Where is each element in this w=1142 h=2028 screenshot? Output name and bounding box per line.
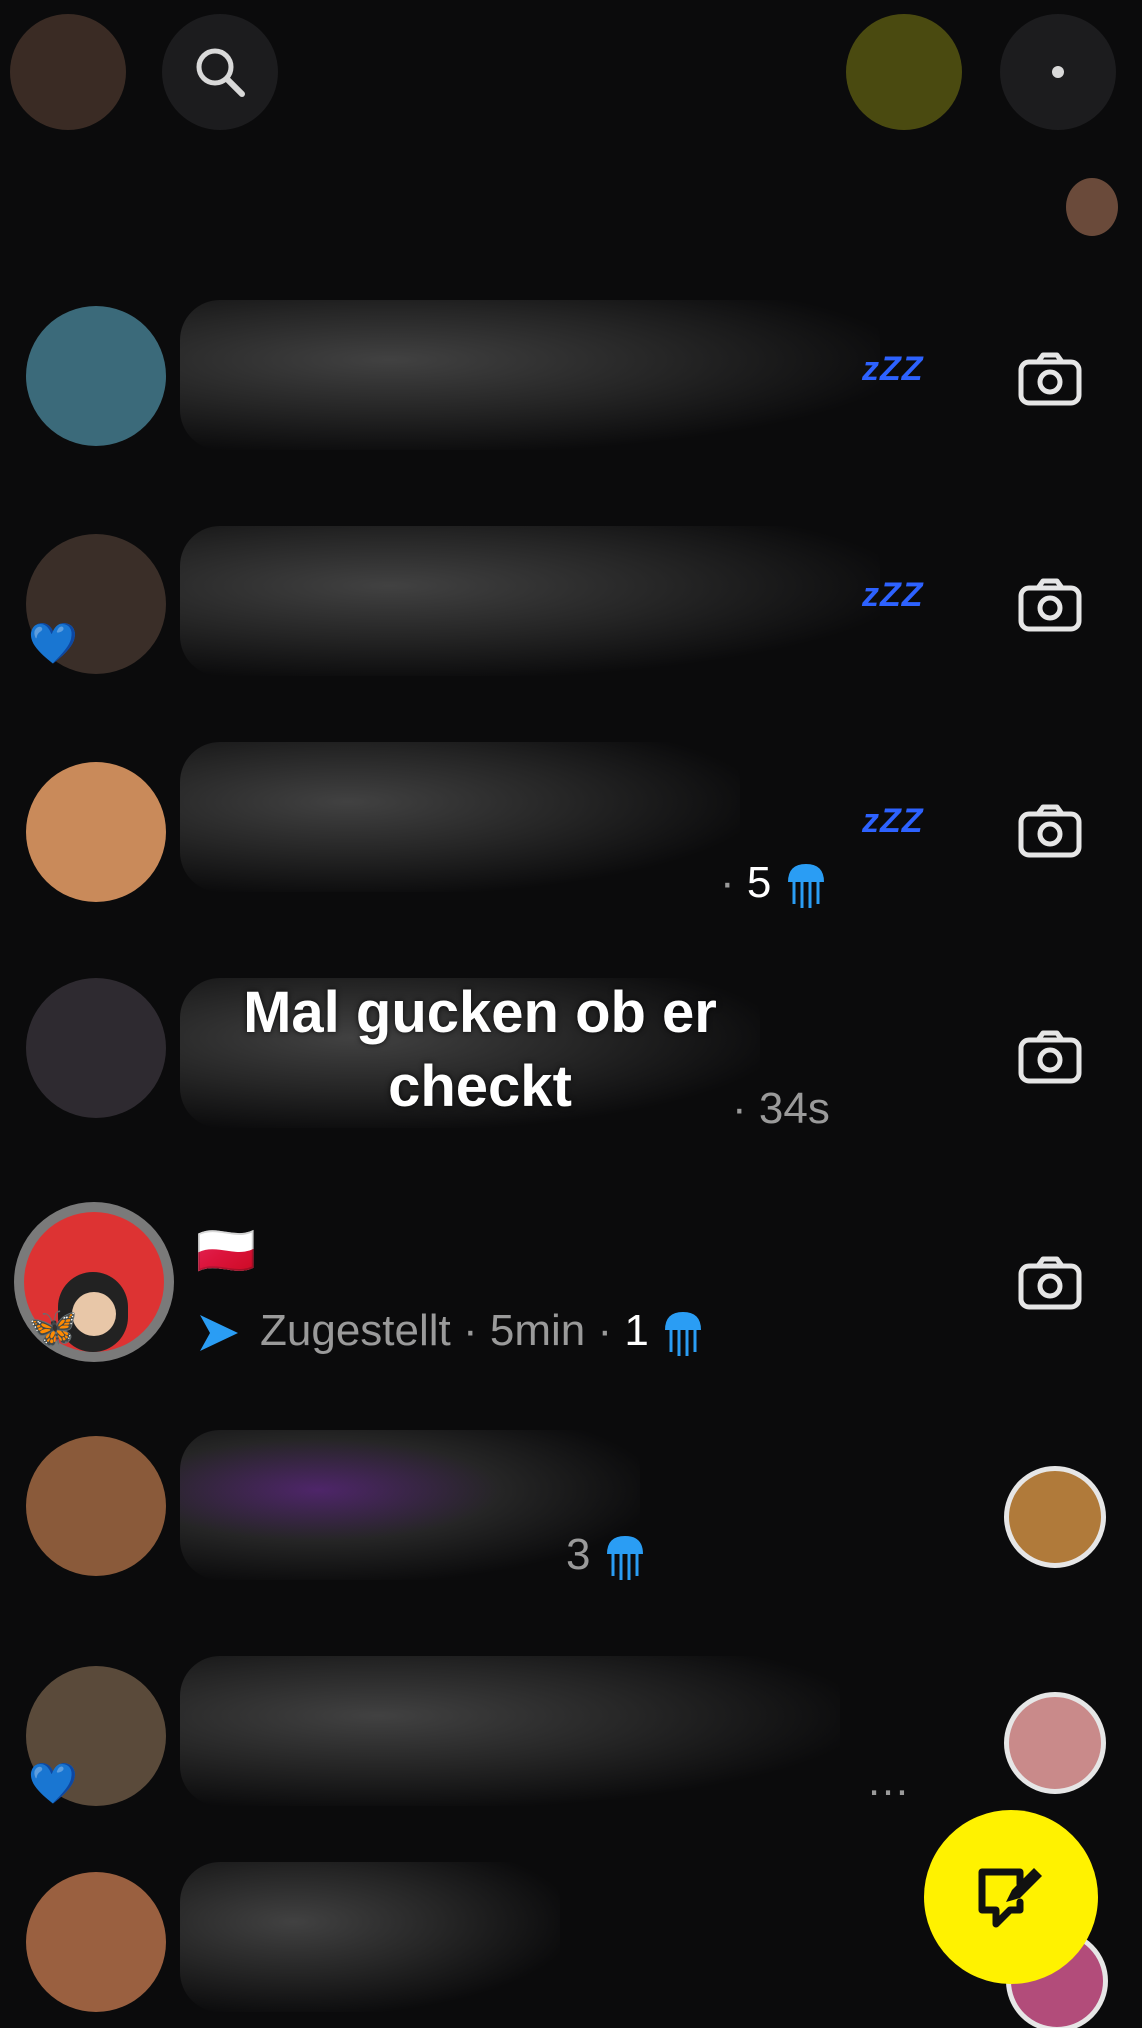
camera-icon[interactable] bbox=[1018, 1030, 1082, 1084]
chat-status: Zugestellt · 5min · 1 bbox=[196, 1306, 705, 1358]
avatar bbox=[26, 306, 166, 446]
sleep-indicator: zZZ bbox=[862, 802, 924, 840]
jellyfish-icon bbox=[787, 864, 824, 909]
more-button[interactable] bbox=[1000, 14, 1116, 130]
story-avatar-icon[interactable] bbox=[846, 14, 962, 130]
avatar bbox=[26, 762, 166, 902]
redacted-text bbox=[180, 1656, 840, 1806]
status-text: Zugestellt bbox=[260, 1306, 451, 1355]
top-bar bbox=[0, 0, 1142, 150]
camera-icon[interactable] bbox=[1018, 804, 1082, 858]
filter-avatar[interactable] bbox=[1066, 178, 1118, 236]
streak-count: 5 bbox=[746, 858, 772, 907]
status-time: 5min bbox=[489, 1306, 586, 1355]
sleep-indicator: zZZ bbox=[862, 576, 924, 614]
streak-count: 3 bbox=[566, 1530, 591, 1579]
chat-row[interactable]: zZZ bbox=[0, 270, 1142, 496]
camera-icon[interactable] bbox=[1018, 578, 1082, 632]
chat-status: … bbox=[866, 1756, 910, 1805]
chat-screen: zZZ 💙 zZZ · 5 zZZ · 34s 🦋 🇵🇱 Zugestellt … bbox=[0, 0, 1142, 2028]
camera-icon[interactable] bbox=[1018, 352, 1082, 406]
redacted-text bbox=[180, 526, 880, 676]
chat-row[interactable]: · 5 zZZ bbox=[0, 722, 1142, 948]
chat-status: · 5 bbox=[720, 858, 828, 910]
chat-row[interactable]: 💙 … bbox=[0, 1626, 1142, 1852]
avatar bbox=[26, 978, 166, 1118]
filter-row bbox=[0, 170, 1142, 240]
compose-chat-icon bbox=[978, 1868, 1042, 1928]
jellyfish-icon bbox=[665, 1312, 702, 1357]
redacted-text bbox=[180, 1862, 560, 2012]
chat-row[interactable]: 💙 zZZ bbox=[0, 496, 1142, 722]
profile-avatar-icon[interactable] bbox=[10, 14, 126, 130]
camera-icon[interactable] bbox=[1018, 1256, 1082, 1310]
sleep-indicator: zZZ bbox=[862, 350, 924, 388]
chat-row[interactable]: 🦋 🇵🇱 Zugestellt · 5min · 1 bbox=[0, 1174, 1142, 1400]
streak-count: 1 bbox=[624, 1306, 649, 1355]
avatar bbox=[26, 1436, 166, 1576]
story-thumbnail[interactable] bbox=[1004, 1466, 1106, 1568]
heart-badge-icon: 💙 bbox=[28, 622, 78, 666]
chat-name: 🇵🇱 bbox=[196, 1225, 256, 1278]
story-thumbnail[interactable] bbox=[1004, 1692, 1106, 1794]
redacted-text bbox=[180, 300, 880, 450]
search-icon bbox=[196, 48, 245, 97]
butterfly-badge-icon: 🦋 bbox=[28, 1306, 78, 1350]
chat-status: 3 bbox=[566, 1530, 647, 1582]
avatar bbox=[26, 1872, 166, 2012]
redacted-text bbox=[180, 742, 740, 892]
jellyfish-icon bbox=[606, 1536, 643, 1581]
heart-badge-icon: 💙 bbox=[28, 1762, 78, 1806]
chat-row[interactable]: 3 bbox=[0, 1400, 1142, 1626]
search-button[interactable] bbox=[162, 14, 278, 130]
new-chat-button[interactable] bbox=[924, 1810, 1098, 1984]
more-icon bbox=[1052, 66, 1064, 78]
video-caption: Mal gucken ob er checkt bbox=[243, 980, 717, 1119]
delivered-arrow-icon bbox=[200, 1315, 238, 1352]
